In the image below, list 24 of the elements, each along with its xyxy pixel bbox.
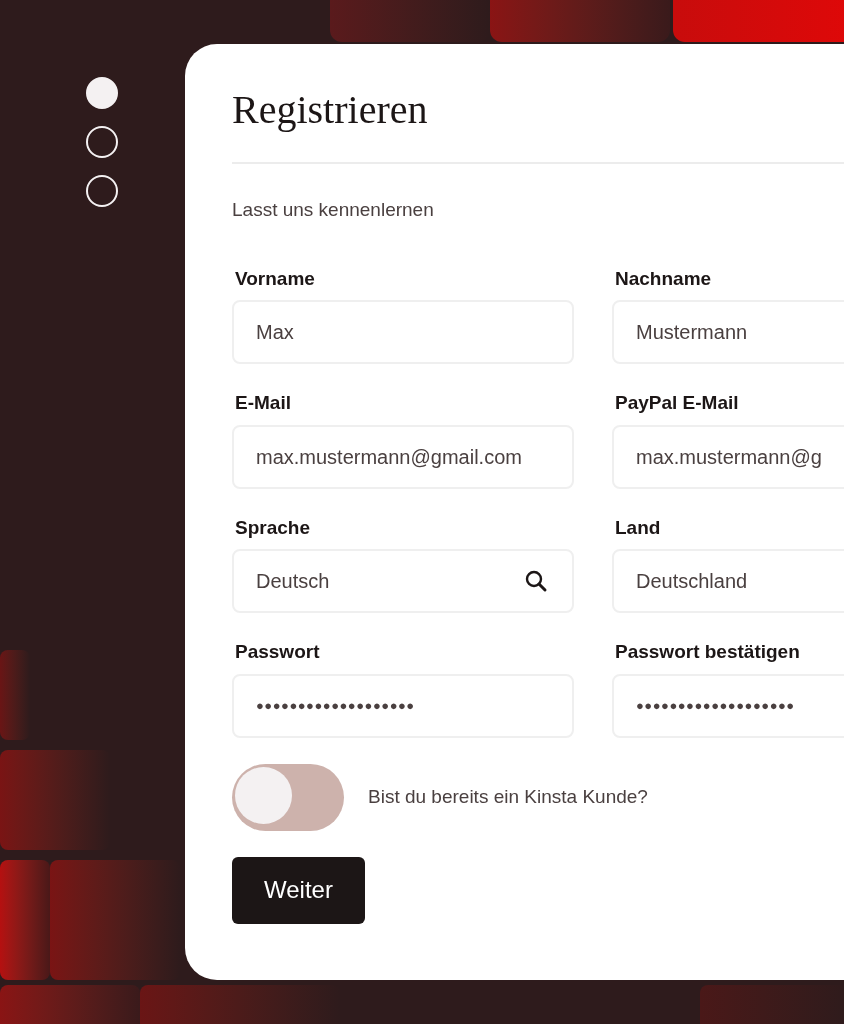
input-field[interactable]: Mustermann [612, 300, 844, 364]
input-field[interactable]: Deutschland [612, 549, 844, 613]
field-label: Sprache [234, 515, 310, 540]
form-subtitle: Lasst uns kennenlernen [232, 198, 434, 222]
field-label: Land [614, 515, 661, 540]
field-label: Vorname [234, 266, 315, 291]
field-label: E-Mail [234, 391, 291, 415]
form-title: Registrieren [232, 90, 428, 130]
step-indicator[interactable] [86, 126, 118, 158]
input-field[interactable]: max.mustermann@g [612, 424, 844, 489]
password-field[interactable]: ●●●●●●●●●●●●●●●●●●● [232, 673, 574, 738]
password-field[interactable]: ●●●●●●●●●●●●●●●●●●● [612, 673, 844, 738]
step-indicator[interactable] [86, 77, 118, 109]
field-label: Passwort bestätigen [614, 640, 800, 664]
step-indicator[interactable] [86, 175, 118, 207]
input-field[interactable]: max.mustermann@gmail.com [232, 424, 574, 489]
search-icon [524, 569, 548, 593]
toggle-label: Bist du bereits ein Kinsta Kunde? [368, 784, 648, 809]
field-label: PayPal E-Mail [614, 391, 739, 415]
search-field[interactable]: Deutsch [232, 549, 574, 613]
continue-button[interactable]: Weiter [232, 856, 365, 924]
field-label: Nachname [614, 266, 712, 291]
input-field[interactable]: Max [232, 300, 574, 364]
field-label: Passwort [234, 640, 320, 664]
